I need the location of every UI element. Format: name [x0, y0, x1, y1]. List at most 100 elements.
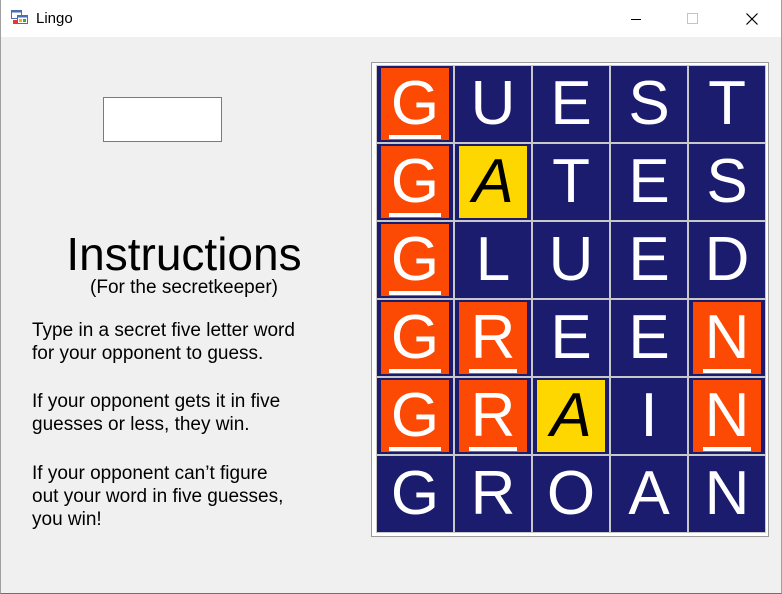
maximize-button[interactable] [669, 0, 715, 37]
tile-letter: S [706, 147, 748, 216]
tile-letter: A [628, 459, 670, 528]
letter-tile-blue: S [615, 68, 683, 140]
tile-letter: E [628, 147, 670, 216]
board-cell: S [688, 143, 766, 221]
letter-tile-blue: U [459, 68, 527, 140]
title-bar[interactable]: Lingo [1, 0, 781, 37]
letter-tile-red: G [381, 68, 449, 140]
letter-tile-blue: S [693, 146, 761, 218]
instructions-line: Type in a secret five letter word [32, 320, 295, 341]
instructions-heading: Instructions [66, 228, 302, 280]
board-cell: D [688, 221, 766, 299]
instructions-line: If your opponent can’t figure [32, 463, 268, 484]
board-cell: U [454, 65, 532, 143]
letter-tile-red: G [381, 224, 449, 296]
board-cell: R [454, 299, 532, 377]
letter-tile-yellow: A [459, 146, 527, 218]
tile-letter: G [388, 69, 442, 139]
letter-tile-blue: E [615, 146, 683, 218]
letter-tile-red: R [459, 302, 527, 374]
tile-letter: E [628, 225, 670, 294]
board-cell: E [532, 65, 610, 143]
close-icon [746, 12, 758, 25]
instructions-paragraph-3: If your opponent can’t figure out your w… [32, 462, 352, 531]
tile-letter: G [388, 147, 442, 217]
secret-word-input[interactable] [103, 97, 222, 142]
tile-letter: S [628, 69, 670, 138]
tile-letter: N [702, 381, 752, 451]
letter-tile-blue: T [537, 146, 605, 218]
board-cell: G [376, 377, 454, 455]
minimize-icon [631, 18, 641, 20]
minimize-button[interactable] [613, 0, 659, 37]
board-cell: O [532, 455, 610, 533]
tile-letter: R [470, 459, 516, 528]
board-cell: G [376, 143, 454, 221]
tile-letter: I [640, 381, 658, 450]
board-cell: G [376, 455, 454, 533]
board-cell: A [532, 377, 610, 455]
app-window: Lingo Instructions (For the secretkeeper… [0, 0, 782, 594]
tile-letter: U [470, 69, 516, 138]
tile-letter: A [472, 147, 514, 216]
tile-letter: E [628, 303, 670, 372]
board-cell: R [454, 377, 532, 455]
board-cell: R [454, 455, 532, 533]
board-cell: U [532, 221, 610, 299]
letter-tile-blue: D [693, 224, 761, 296]
letter-tile-red: N [693, 380, 761, 452]
instructions-line: out your word in five guesses, [32, 486, 284, 507]
tile-letter: D [704, 225, 750, 294]
instructions-line: guesses or less, they win. [32, 414, 250, 435]
tile-letter: T [552, 147, 590, 216]
letter-tile-red: N [693, 302, 761, 374]
tile-letter: G [388, 303, 442, 373]
windows-forms-app-icon [11, 10, 28, 24]
tile-letter: O [546, 459, 596, 528]
letter-tile-red: G [381, 380, 449, 452]
board-cell: T [532, 143, 610, 221]
instructions-paragraph-2: If your opponent gets it in five guesses… [32, 390, 352, 436]
tile-letter: A [550, 381, 592, 450]
tile-letter: G [390, 459, 440, 528]
letter-tile-blue: R [459, 458, 527, 530]
lingo-board: GUESTGATESGLUEDGREENGRAINGROAN [371, 62, 769, 537]
board-cell: E [610, 299, 688, 377]
instructions-paragraph-1: Type in a secret five letter word for yo… [32, 319, 352, 365]
tile-letter: N [704, 459, 750, 528]
instructions-line: you win! [32, 509, 102, 530]
instructions-line: for your opponent to guess. [32, 343, 264, 364]
letter-tile-red: G [381, 302, 449, 374]
board-cell: N [688, 377, 766, 455]
board-cell: N [688, 455, 766, 533]
tile-letter: T [708, 69, 746, 138]
board-cell: I [610, 377, 688, 455]
close-button[interactable] [729, 0, 775, 37]
board-cell: E [610, 143, 688, 221]
letter-tile-blue: O [537, 458, 605, 530]
instructions-line: If your opponent gets it in five [32, 391, 281, 412]
board-cell: N [688, 299, 766, 377]
letter-tile-blue: N [693, 458, 761, 530]
letter-tile-blue: E [537, 68, 605, 140]
tile-letter: R [468, 303, 518, 373]
letter-tile-red: G [381, 146, 449, 218]
letter-tile-blue: E [615, 224, 683, 296]
maximize-icon [686, 13, 698, 24]
tile-letter: R [468, 381, 518, 451]
tile-letter: E [550, 69, 592, 138]
letter-tile-blue: E [537, 302, 605, 374]
board-cell: A [610, 455, 688, 533]
tile-letter: G [388, 225, 442, 295]
letter-tile-blue: T [693, 68, 761, 140]
letter-tile-blue: G [381, 458, 449, 530]
board-cell: G [376, 299, 454, 377]
board-cell: L [454, 221, 532, 299]
board-cell: E [532, 299, 610, 377]
instructions-subheading: (For the secretkeeper) [90, 277, 278, 298]
board-cell: G [376, 65, 454, 143]
letter-tile-blue: I [615, 380, 683, 452]
tile-letter: U [548, 225, 594, 294]
board-cell: T [688, 65, 766, 143]
board-cell: A [454, 143, 532, 221]
